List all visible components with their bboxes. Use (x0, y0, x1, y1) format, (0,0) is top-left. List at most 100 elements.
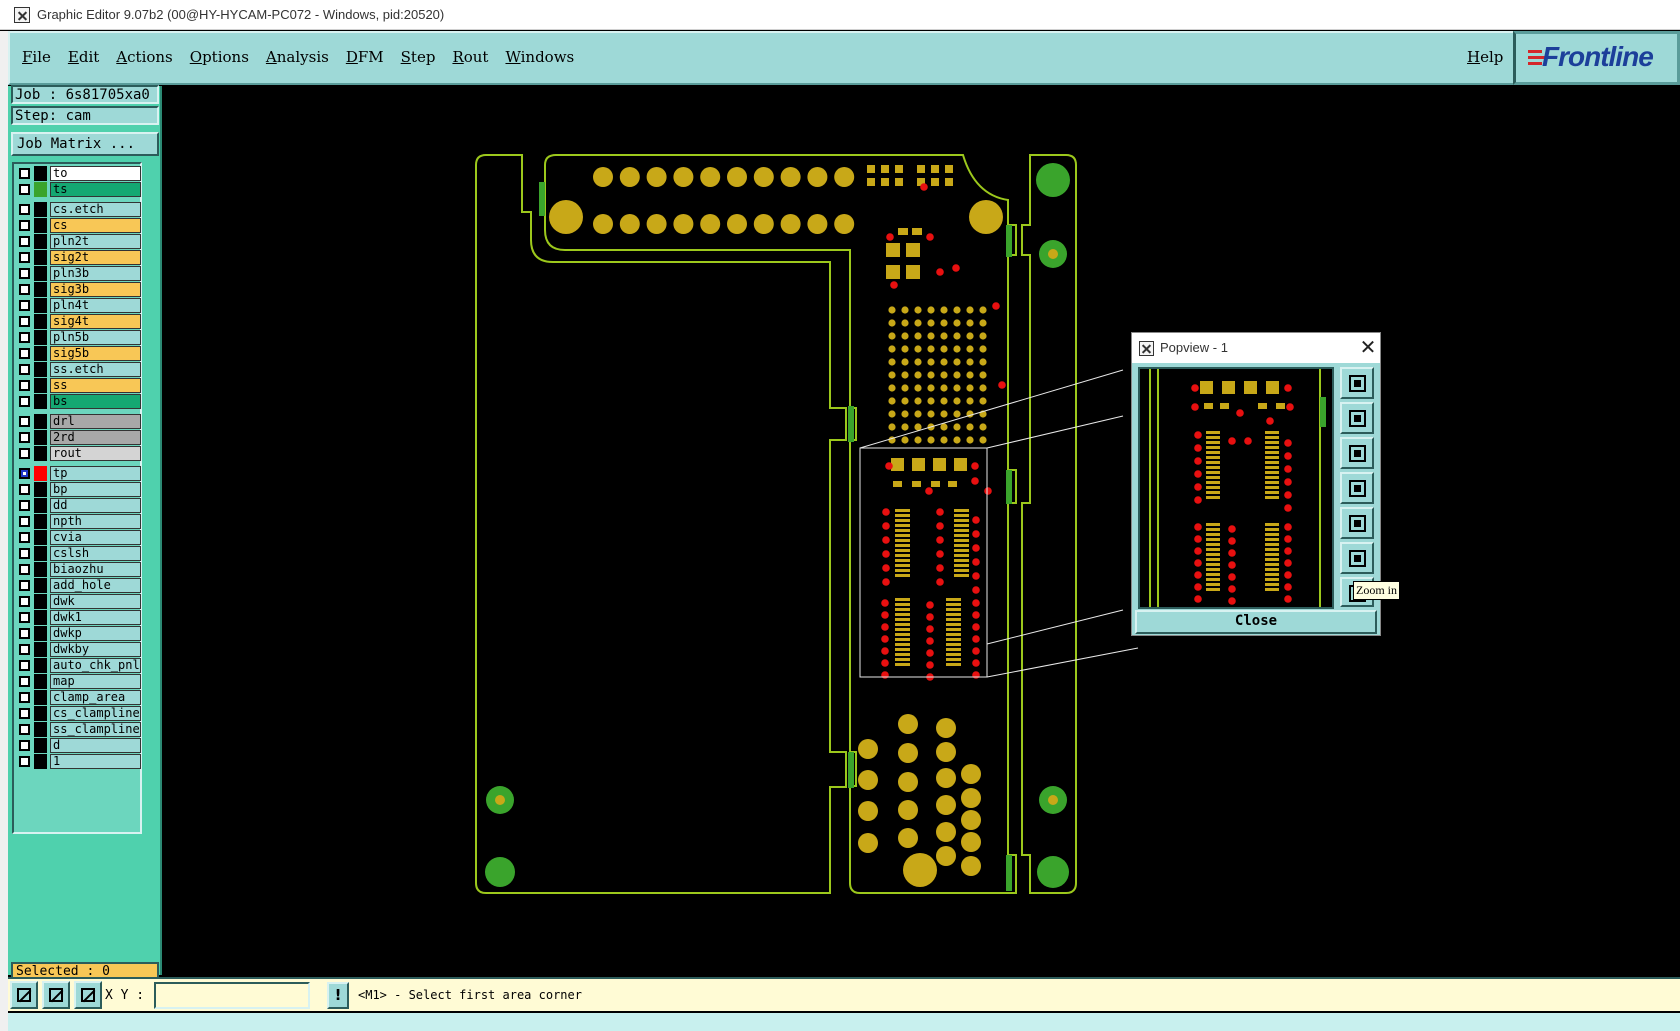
layer-name[interactable]: sig5b (50, 346, 141, 361)
layer-row-drl[interactable]: drl (16, 414, 141, 429)
layer-row-pln4t[interactable]: pln4t (16, 298, 141, 313)
layer-checkbox[interactable] (19, 724, 30, 735)
layer-checkbox[interactable] (19, 708, 30, 719)
layer-checkbox[interactable] (19, 676, 30, 687)
layer-name[interactable]: cvia (50, 530, 141, 545)
layer-name[interactable]: drl (50, 414, 141, 429)
layer-checkbox[interactable] (19, 364, 30, 375)
menu-options[interactable]: Options (190, 48, 249, 66)
layer-name[interactable]: add_hole (50, 578, 141, 593)
menu-edit[interactable]: Edit (68, 48, 99, 66)
menu-rout[interactable]: Rout (452, 48, 488, 66)
layer-name[interactable]: clamp_area (50, 690, 141, 705)
layer-checkbox[interactable] (19, 204, 30, 215)
layer-name[interactable]: dwkp (50, 626, 141, 641)
layer-color-swatch[interactable] (34, 754, 47, 769)
layer-name[interactable]: rout (50, 446, 141, 461)
layer-name[interactable]: ss.etch (50, 362, 141, 377)
layer-row-map[interactable]: map (16, 674, 141, 689)
xy-coordinate-input[interactable] (154, 982, 310, 1009)
layer-checkbox[interactable] (19, 596, 30, 607)
layer-color-swatch[interactable] (34, 562, 47, 577)
layer-checkbox[interactable] (19, 348, 30, 359)
popview-close-icon[interactable]: ✕ (1358, 336, 1378, 358)
layer-color-swatch[interactable] (34, 594, 47, 609)
layer-name[interactable]: sig3b (50, 282, 141, 297)
layer-color-swatch[interactable] (34, 674, 47, 689)
menu-actions[interactable]: Actions (116, 48, 172, 66)
layer-checkbox[interactable] (19, 316, 30, 327)
layer-checkbox[interactable] (19, 548, 30, 559)
layer-row-ss-clampline[interactable]: ss_clampline (16, 722, 141, 737)
snap-button[interactable] (10, 981, 38, 1009)
layer-color-swatch[interactable] (34, 514, 47, 529)
layer-name[interactable]: ss (50, 378, 141, 393)
layer-name[interactable]: pln5b (50, 330, 141, 345)
layer-name[interactable]: ss_clampline (50, 722, 141, 737)
job-matrix-button[interactable]: Job Matrix ... (11, 132, 159, 156)
layer-color-swatch[interactable] (34, 530, 47, 545)
menu-dfm[interactable]: DFM (346, 48, 384, 66)
layer-color-swatch[interactable] (34, 658, 47, 673)
layer-checkbox[interactable] (19, 532, 30, 543)
layer-checkbox[interactable] (19, 484, 30, 495)
layer-color-swatch[interactable] (34, 282, 47, 297)
layer-color-swatch[interactable] (34, 362, 47, 377)
layer-checkbox[interactable] (19, 612, 30, 623)
popview-pan-down-button[interactable] (1340, 437, 1374, 469)
layer-row-ts[interactable]: ts (16, 182, 141, 197)
layer-color-swatch[interactable] (34, 546, 47, 561)
layer-name[interactable]: cs (50, 218, 141, 233)
menu-file[interactable]: File (22, 48, 51, 66)
layer-name[interactable]: 2rd (50, 430, 141, 445)
layer-color-swatch[interactable] (34, 414, 47, 429)
layer-checkbox[interactable] (19, 396, 30, 407)
layer-row-1[interactable]: 1 (16, 754, 141, 769)
layer-name[interactable]: dwkby (50, 642, 141, 657)
layer-checkbox[interactable] (19, 300, 30, 311)
layer-name[interactable]: dwk (50, 594, 141, 609)
layer-color-swatch[interactable] (34, 642, 47, 657)
layer-color-swatch[interactable] (34, 166, 47, 181)
layer-row-pln2t[interactable]: pln2t (16, 234, 141, 249)
popview-pan-right-button[interactable] (1340, 507, 1374, 539)
layer-checkbox[interactable] (19, 432, 30, 443)
layer-checkbox[interactable] (19, 628, 30, 639)
layer-color-swatch[interactable] (34, 314, 47, 329)
layer-row-sig5b[interactable]: sig5b (16, 346, 141, 361)
layer-checkbox[interactable] (19, 448, 30, 459)
popview-pan-up-button[interactable] (1340, 402, 1374, 434)
layer-row-pln3b[interactable]: pln3b (16, 266, 141, 281)
layer-row-auto-chk-pnl[interactable]: auto_chk_pnl (16, 658, 141, 673)
menu-windows[interactable]: Windows (505, 48, 574, 66)
layer-row-sig3b[interactable]: sig3b (16, 282, 141, 297)
layer-row-clamp-area[interactable]: clamp_area (16, 690, 141, 705)
graphics-canvas[interactable] (162, 86, 1680, 975)
layer-color-swatch[interactable] (34, 234, 47, 249)
layer-row-rout[interactable]: rout (16, 446, 141, 461)
layer-checkbox[interactable] (19, 564, 30, 575)
layer-row-to[interactable]: to (16, 166, 141, 181)
layer-color-swatch[interactable] (34, 626, 47, 641)
layer-checkbox[interactable] (19, 332, 30, 343)
layer-name[interactable]: 1 (50, 754, 141, 769)
alert-button[interactable]: ! (327, 982, 349, 1009)
layer-color-swatch[interactable] (34, 578, 47, 593)
layer-name[interactable]: pln4t (50, 298, 141, 313)
layer-color-swatch[interactable] (34, 202, 47, 217)
layer-checkbox[interactable] (19, 284, 30, 295)
layer-name[interactable]: ts (50, 182, 141, 197)
layer-checkbox[interactable] (19, 740, 30, 751)
layer-color-swatch[interactable] (34, 706, 47, 721)
layer-checkbox[interactable] (19, 500, 30, 511)
layer-checkbox[interactable] (19, 756, 30, 767)
layer-checkbox[interactable] (19, 692, 30, 703)
layer-row-cs-clampline[interactable]: cs_clampline (16, 706, 141, 721)
layer-name[interactable]: cs.etch (50, 202, 141, 217)
layer-row-dwk[interactable]: dwk (16, 594, 141, 609)
layer-row-ss[interactable]: ss (16, 378, 141, 393)
layer-row-cvia[interactable]: cvia (16, 530, 141, 545)
layer-color-swatch[interactable] (34, 330, 47, 345)
layer-color-swatch[interactable] (34, 250, 47, 265)
layer-color-swatch[interactable] (34, 722, 47, 737)
